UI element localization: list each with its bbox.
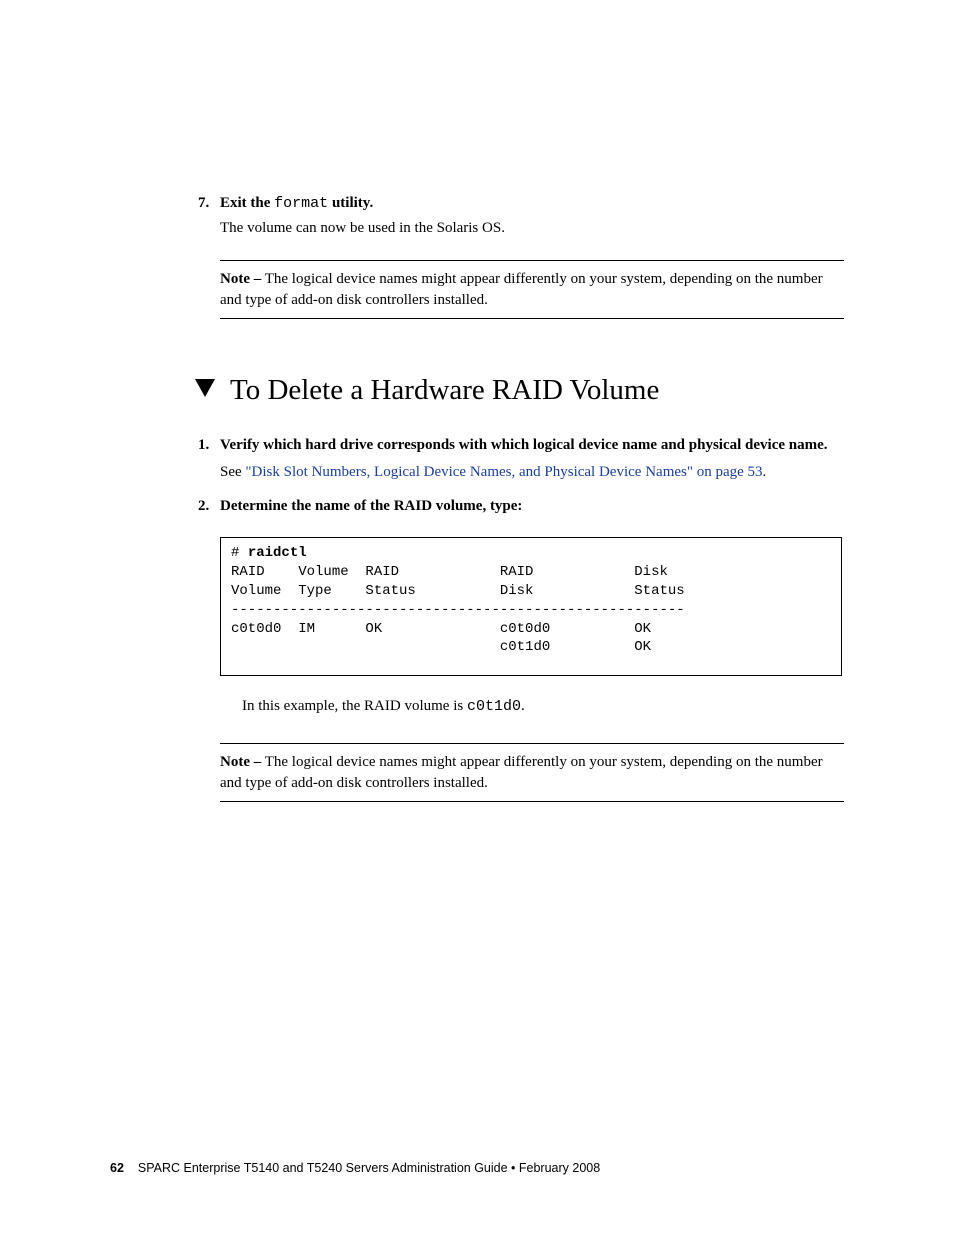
example-suffix: . [521, 698, 525, 714]
step-1-followup: See "Disk Slot Numbers, Logical Device N… [220, 462, 844, 482]
section-heading: To Delete a Hardware RAID Volume [230, 374, 659, 407]
step-1-see-prefix: See [220, 464, 245, 480]
note-1-content: Note – The logical device names might ap… [220, 261, 844, 318]
raidctl-output: # raidctl RAID Volume RAID RAID Disk Vol… [220, 537, 842, 676]
example-code: c0t1d0 [467, 698, 521, 715]
step-1-number: 1. [198, 437, 220, 454]
step-7-prefix: Exit the [220, 195, 274, 211]
xref-link[interactable]: "Disk Slot Numbers, Logical Device Names… [245, 464, 762, 480]
note-2-content: Note – The logical device names might ap… [220, 744, 844, 801]
note-1-label: Note – [220, 271, 261, 287]
example-paragraph: In this example, the RAID volume is c0t1… [242, 698, 844, 715]
raidctl-command: raidctl [248, 545, 307, 561]
footer-text: SPARC Enterprise T5140 and T5240 Servers… [138, 1161, 600, 1175]
example-prefix: In this example, the RAID volume is [242, 698, 467, 714]
note-2: Note – The logical device names might ap… [220, 743, 844, 802]
raidctl-body: RAID Volume RAID RAID Disk Volume Type S… [231, 564, 685, 656]
step-7-text: Exit the format utility. [220, 195, 373, 212]
note-1-text: The logical device names might appear di… [220, 271, 823, 307]
step-2-text: Determine the name of the RAID volume, t… [220, 498, 522, 515]
step-2-line: 2. Determine the name of the RAID volume… [220, 498, 844, 515]
section-heading-row: To Delete a Hardware RAID Volume [195, 374, 844, 407]
triangle-down-icon [195, 379, 215, 402]
step-7-line: 7. Exit the format utility. [220, 195, 844, 212]
note-2-label: Note – [220, 754, 261, 770]
step-7-suffix: utility. [328, 195, 373, 211]
note-2-text: The logical device names might appear di… [220, 754, 823, 790]
step-7-followup: The volume can now be used in the Solari… [220, 218, 844, 238]
note-2-bottom-rule [220, 801, 844, 802]
step-1-text: Verify which hard drive corresponds with… [220, 435, 828, 456]
format-command: format [274, 195, 328, 212]
code-prompt: # [231, 545, 248, 561]
step-7-number: 7. [198, 195, 220, 212]
step-7-block: 7. Exit the format utility. The volume c… [220, 195, 844, 238]
note-1-bottom-rule [220, 318, 844, 319]
page-number: 62 [110, 1161, 124, 1175]
step-1-block: 1. Verify which hard drive corresponds w… [220, 435, 844, 482]
page-content: 7. Exit the format utility. The volume c… [0, 0, 954, 802]
step-2-number: 2. [198, 498, 220, 515]
note-1: Note – The logical device names might ap… [220, 260, 844, 319]
step-1-see-suffix: . [763, 464, 767, 480]
step-2-block: 2. Determine the name of the RAID volume… [220, 498, 844, 515]
step-1-line: 1. Verify which hard drive corresponds w… [220, 435, 844, 456]
page-footer: 62 SPARC Enterprise T5140 and T5240 Serve… [110, 1161, 600, 1175]
